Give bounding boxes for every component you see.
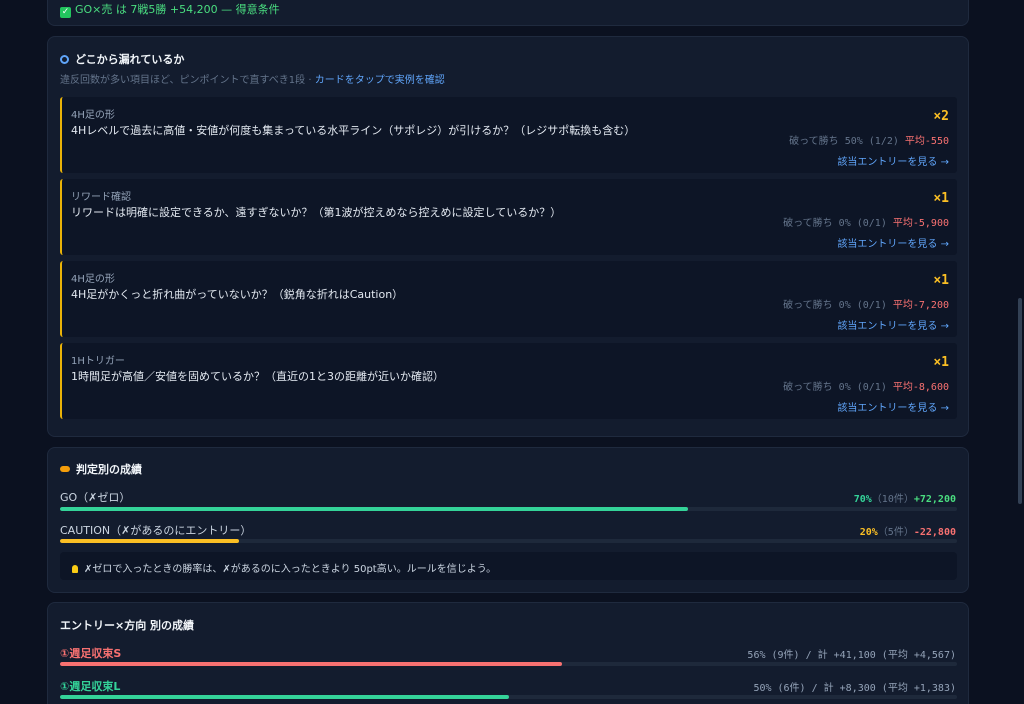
leak-card[interactable]: 1Hトリガー 1時間足が高値／安値を固めているか？（直近の1と3の距離が近いか確… (60, 343, 957, 419)
verdict-total: +72,200 (913, 494, 956, 505)
verdict-title: 判定別の成績 (60, 461, 142, 477)
leak-category: 4H足の形 (71, 274, 115, 285)
verdict-card: 判定別の成績 GO（✗ゼロ） 70%（10件）+72,200 CAUTION（✗… (47, 447, 969, 593)
leak-avg: 平均-7,200 (892, 300, 949, 311)
leak-question: 4H足がかくっと折れ曲がっていないか？（鋭角な折れはCaution） (71, 288, 404, 301)
leak-card[interactable]: リワード確認 リワードは明確に設定できるか、遠すぎないか？（第1波が控えめなら控… (60, 179, 957, 255)
leak-count: ×1 (933, 273, 949, 288)
check-icon: ✓ (60, 7, 71, 18)
verdict-count: （5件） (877, 527, 914, 538)
direction-card: エントリー×方向 別の成績 ①週足収束S 56% (9件) / 計 +41,10… (47, 602, 969, 704)
direction-bar-fill (60, 662, 563, 666)
search-icon (60, 55, 69, 64)
verdict-note: ✗ゼロで入ったときの勝率は、✗があるのに入ったときより 50pt高い。ルールを信… (60, 552, 957, 580)
leak-count: ×1 (933, 191, 949, 206)
verdict-row-stats: 70%（10件）+72,200 (854, 490, 956, 505)
direction-row-stats: 56% (9件) / 計 +41,100 (平均 +4,567) (747, 650, 956, 661)
direction-row-stats: 50% (6件) / 計 +8,300 (平均 +1,383) (753, 683, 956, 694)
summary-card: ✓ GO×売 は 7戦5勝 +54,200 — 得意条件 (47, 0, 969, 26)
leak-avg: 平均-8,600 (892, 382, 949, 393)
leak-stat: 破って勝ち 50% (1/2) 平均-550 (789, 132, 949, 147)
leak-category: 4H足の形 (71, 110, 115, 121)
leak-avg: 平均-5,900 (892, 218, 949, 229)
verdict-row-label: CAUTION（✗があるのにエントリー） (60, 524, 252, 537)
direction-title: エントリー×方向 別の成績 (60, 619, 195, 632)
direction-bar-fill (60, 695, 509, 699)
leaks-title-text: どこから漏れているか (75, 53, 185, 66)
leaks-subtitle-text: 違反回数が多い項目ほど、ピンポイントで直すべき1段 · (60, 75, 315, 86)
verdict-total: -22,800 (913, 527, 956, 538)
verdict-title-text: 判定別の成績 (76, 463, 142, 476)
leak-stat-text: 破って勝ち 0% (0/1) (783, 300, 893, 311)
leak-card[interactable]: 4H足の形 4Hレベルで過去に高値・安値が何度も集まっている水平ライン（サポレジ… (60, 97, 957, 173)
leak-question: リワードは明確に設定できるか、遠すぎないか？（第1波が控えめなら控えめに設定して… (71, 206, 562, 219)
leak-stat: 破って勝ち 0% (0/1) 平均-8,600 (783, 378, 949, 393)
lightbulb-icon (72, 565, 78, 573)
leak-avg: 平均-550 (904, 136, 949, 147)
direction-row-label: ①週足収束L (60, 680, 121, 693)
leak-stat: 破って勝ち 0% (0/1) 平均-7,200 (783, 296, 949, 311)
leak-count: ×2 (933, 109, 949, 124)
leak-question: 1時間足が高値／安値を固めているか？（直近の1と3の距離が近いか確認） (71, 370, 444, 383)
verdict-note-text: ✗ゼロで入ったときの勝率は、✗があるのに入ったときより 50pt高い。ルールを信… (84, 564, 497, 575)
summary-text: GO×売 は 7戦5勝 +54,200 — 得意条件 (75, 3, 280, 16)
summary-line: ✓ GO×売 は 7戦5勝 +54,200 — 得意条件 (60, 1, 280, 18)
verdict-bar-track (60, 539, 957, 543)
direction-bar-track (60, 695, 957, 699)
leak-stat-text: 破って勝ち 0% (0/1) (783, 382, 893, 393)
verdict-win-rate: 70% (853, 494, 872, 505)
see-entries-link[interactable]: 該当エントリーを見る → (837, 235, 949, 250)
see-entries-link[interactable]: 該当エントリーを見る → (837, 399, 949, 414)
leak-category: リワード確認 (71, 192, 131, 203)
leak-stat-text: 破って勝ち 50% (1/2) (789, 136, 905, 147)
verdict-bar-fill (60, 539, 240, 543)
verdict-bar-track (60, 507, 957, 511)
direction-row-label: ①週足収束S (60, 647, 122, 660)
leak-count: ×1 (933, 355, 949, 370)
key-icon (60, 466, 70, 472)
leaks-subtitle: 違反回数が多い項目ほど、ピンポイントで直すべき1段 · カードをタップで実例を確… (60, 71, 445, 86)
verdict-win-rate: 20% (859, 527, 878, 538)
leak-stat: 破って勝ち 0% (0/1) 平均-5,900 (783, 214, 949, 229)
verdict-bar-fill (60, 507, 688, 511)
scrollbar-thumb[interactable] (1018, 298, 1022, 504)
verdict-row-stats: 20%（5件）-22,800 (860, 523, 956, 538)
see-entries-link[interactable]: 該当エントリーを見る → (837, 317, 949, 332)
leaks-subtitle-link[interactable]: カードをタップで実例を確認 (315, 75, 445, 86)
leak-category: 1Hトリガー (71, 356, 125, 367)
leaks-title: どこから漏れているか (60, 51, 184, 67)
verdict-count: （10件） (871, 494, 914, 505)
verdict-row-label: GO（✗ゼロ） (60, 491, 131, 504)
leaks-card: どこから漏れているか 違反回数が多い項目ほど、ピンポイントで直すべき1段 · カ… (47, 36, 969, 437)
leak-card[interactable]: 4H足の形 4H足がかくっと折れ曲がっていないか？（鋭角な折れはCaution）… (60, 261, 957, 337)
see-entries-link[interactable]: 該当エントリーを見る → (837, 153, 949, 168)
direction-bar-track (60, 662, 957, 666)
leak-stat-text: 破って勝ち 0% (0/1) (783, 218, 893, 229)
leak-question: 4Hレベルで過去に高値・安値が何度も集まっている水平ライン（サポレジ）が引けるか… (71, 124, 636, 137)
